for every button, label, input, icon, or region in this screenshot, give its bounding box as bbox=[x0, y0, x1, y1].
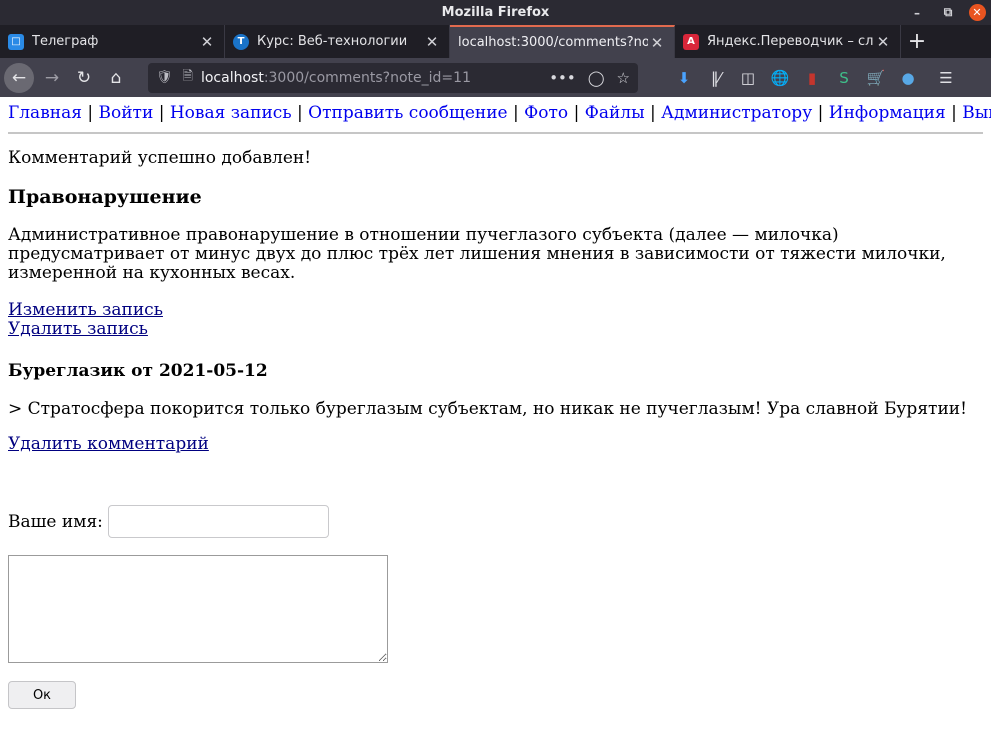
submit-button[interactable]: Ок bbox=[8, 681, 76, 709]
reload-icon[interactable]: ↻ bbox=[68, 62, 100, 94]
navigation-toolbar: ← → ↻ ⌂ 🛡 🗎 localhost:3000/comments?note… bbox=[0, 58, 991, 97]
page-content: Главная | Войти | Новая запись | Отправи… bbox=[0, 103, 991, 709]
menu-icon[interactable]: ☰ bbox=[930, 69, 962, 87]
tab-strip: □ Телеграф ✕ T Курс: Веб-технологии ✕ lo… bbox=[0, 25, 991, 58]
cart-icon[interactable]: 🛒 bbox=[860, 69, 892, 87]
note-actions: Изменить запись Удалить запись bbox=[8, 301, 983, 339]
new-tab-icon[interactable]: + bbox=[901, 25, 933, 58]
restore-icon[interactable]: ⧉ bbox=[933, 5, 963, 20]
toolbar-icons: ⬇ ‖⁄ ◫ 🌐 ▮ S 🛒 ● ☰ bbox=[668, 69, 962, 87]
tab-title: Телеграф bbox=[32, 34, 99, 49]
library-icon[interactable]: ‖⁄ bbox=[700, 69, 732, 87]
downloads-icon[interactable]: ⬇ bbox=[668, 69, 700, 87]
tracking-shield-icon[interactable]: 🛡 bbox=[156, 70, 173, 85]
window-titlebar: Mozilla Firefox – ⧉ ✕ bbox=[0, 0, 991, 25]
nav-separator: | bbox=[87, 103, 94, 123]
url-path: :3000/comments?note_id=11 bbox=[263, 69, 471, 86]
nav-link-admin[interactable]: Администратору bbox=[661, 103, 812, 123]
forward-arrow-icon[interactable]: → bbox=[36, 62, 68, 94]
nav-separator: | bbox=[817, 103, 824, 123]
site-nav: Главная | Войти | Новая запись | Отправи… bbox=[8, 103, 991, 123]
nav-link-home[interactable]: Главная bbox=[8, 103, 82, 123]
window-controls: – ⧉ ✕ bbox=[901, 0, 991, 25]
home-icon[interactable]: ⌂ bbox=[100, 62, 132, 94]
nav-separator: | bbox=[573, 103, 580, 123]
page-actions-icon[interactable]: ••• bbox=[549, 69, 576, 87]
close-tab-icon[interactable]: ✕ bbox=[648, 34, 666, 52]
comment-header: Буреглазик от 2021-05-12 bbox=[8, 361, 268, 381]
bookmark-star-icon[interactable]: ☆ bbox=[617, 69, 630, 87]
nav-link-login[interactable]: Войти bbox=[99, 103, 154, 123]
note-title: Правонарушение bbox=[8, 186, 202, 208]
tab-title: Яндекс.Переводчик – сло bbox=[707, 34, 874, 49]
back-arrow-icon[interactable]: ← bbox=[4, 62, 34, 93]
close-tab-icon[interactable]: ✕ bbox=[198, 33, 216, 51]
nav-link-logout[interactable]: Выйти bbox=[962, 103, 991, 123]
note-body: Административное правонарушение в отноше… bbox=[8, 225, 946, 283]
window-title: Mozilla Firefox bbox=[441, 5, 550, 20]
nav-separator: | bbox=[158, 103, 165, 123]
nav-separator: | bbox=[297, 103, 303, 123]
comment-actions: Удалить комментарий bbox=[8, 434, 983, 454]
telegraph-icon: □ bbox=[8, 33, 24, 50]
flash-message: Комментарий успешно добавлен! bbox=[8, 148, 312, 168]
name-label: Ваше имя: bbox=[8, 511, 103, 532]
extension-icon[interactable]: ● bbox=[892, 69, 924, 87]
nav-link-send-message[interactable]: Отправить сообщение bbox=[308, 103, 507, 123]
course-icon: T bbox=[233, 33, 249, 50]
close-tab-icon[interactable]: ✕ bbox=[423, 33, 441, 51]
stylus-icon[interactable]: S bbox=[828, 69, 860, 87]
tab-course[interactable]: T Курс: Веб-технологии ✕ bbox=[225, 25, 450, 58]
url-host: localhost bbox=[200, 69, 264, 86]
name-row: Ваше имя: bbox=[8, 505, 983, 538]
tab-localhost-comments[interactable]: localhost:3000/comments?note_ ✕ bbox=[450, 25, 675, 58]
nav-link-photo[interactable]: Фото bbox=[524, 103, 568, 123]
nav-separator: | bbox=[513, 103, 519, 123]
tab-telegraph[interactable]: □ Телеграф ✕ bbox=[0, 25, 225, 58]
tab-title: localhost:3000/comments?note_ bbox=[458, 35, 648, 50]
comment-text: > Стратосфера покорится только буреглазы… bbox=[8, 399, 967, 419]
minimize-icon[interactable]: – bbox=[901, 6, 933, 20]
yandex-translate-icon: A bbox=[683, 33, 699, 50]
pocket-icon[interactable]: ◯ bbox=[588, 69, 605, 87]
delete-note-link[interactable]: Удалить запись bbox=[8, 319, 148, 339]
nav-separator: | bbox=[951, 103, 957, 123]
nav-link-new-note[interactable]: Новая запись bbox=[170, 103, 292, 123]
comment-textarea[interactable] bbox=[8, 555, 388, 663]
nav-link-files[interactable]: Файлы bbox=[585, 103, 645, 123]
name-input[interactable] bbox=[107, 505, 329, 538]
close-tab-icon[interactable]: ✕ bbox=[874, 33, 892, 51]
nav-divider bbox=[8, 132, 983, 134]
nav-link-info[interactable]: Информация bbox=[829, 103, 946, 123]
globe-icon[interactable]: 🌐 bbox=[764, 69, 796, 87]
address-bar[interactable]: 🛡 🗎 localhost:3000/comments?note_id=11 •… bbox=[148, 62, 638, 93]
nav-separator: | bbox=[650, 103, 656, 123]
page-info-icon[interactable]: 🗎 bbox=[183, 67, 193, 89]
close-window-icon[interactable]: ✕ bbox=[963, 4, 991, 21]
delete-comment-link[interactable]: Удалить комментарий bbox=[8, 434, 209, 454]
tab-title: Курс: Веб-технологии bbox=[257, 34, 408, 49]
sidebar-icon[interactable]: ◫ bbox=[732, 69, 764, 87]
ublock-icon[interactable]: ▮ bbox=[796, 69, 828, 87]
edit-note-link[interactable]: Изменить запись bbox=[8, 300, 163, 320]
tab-yandex-translate[interactable]: A Яндекс.Переводчик – сло ✕ bbox=[675, 25, 901, 58]
